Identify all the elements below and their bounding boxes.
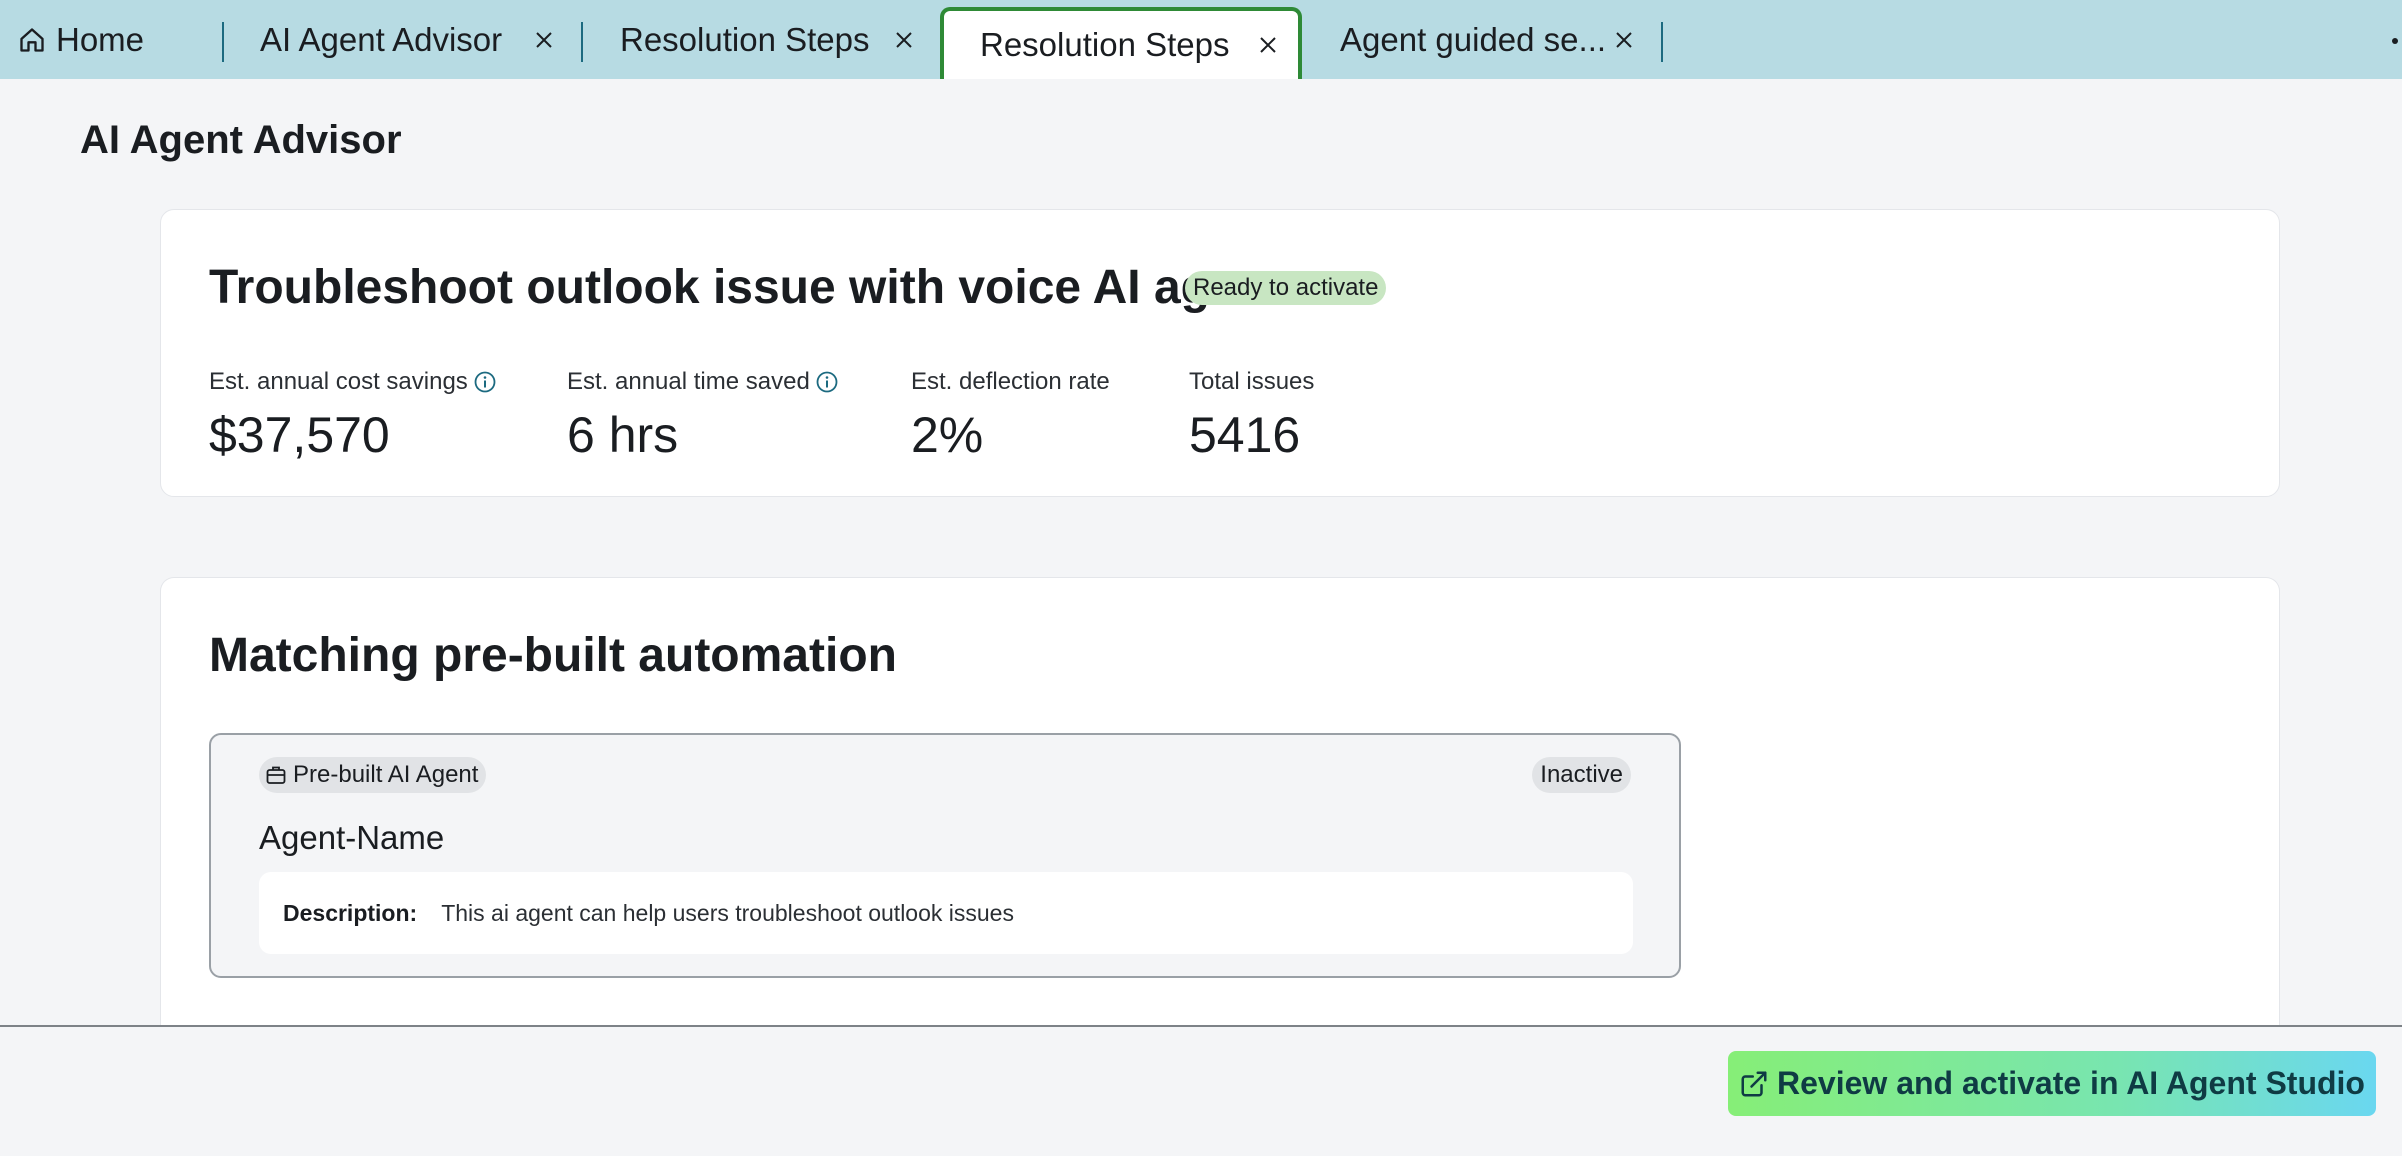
briefcase-icon — [265, 764, 287, 786]
metric-time-saved: Est. annual time saved 6 hrs — [567, 368, 838, 464]
agent-type-label: Pre-built AI Agent — [293, 761, 479, 788]
tab-resolution-steps[interactable]: Resolution Steps — [620, 0, 920, 79]
tab-label: Resolution Steps — [980, 26, 1230, 63]
metric-value: 2% — [911, 407, 984, 463]
metric-label: Est. deflection rate — [911, 368, 1110, 395]
close-icon[interactable] — [890, 26, 918, 54]
description-label: Description: — [283, 899, 418, 926]
info-icon[interactable] — [816, 371, 838, 393]
tab-home[interactable]: Home — [18, 0, 144, 79]
tab-ai-agent-advisor[interactable]: AI Agent Advisor — [260, 0, 560, 79]
home-icon — [18, 26, 46, 54]
agent-description: Description: This ai agent can help user… — [259, 872, 1633, 954]
tab-label: AI Agent Advisor — [260, 20, 503, 58]
status-badge: Ready to activate — [1185, 271, 1387, 305]
close-icon[interactable] — [530, 26, 558, 54]
close-icon[interactable] — [1610, 26, 1638, 54]
metric-value: $37,570 — [209, 407, 390, 463]
tab-bar: Home AI Agent Advisor Resolution Steps R… — [0, 0, 2402, 79]
review-activate-label: Review and activate in AI Agent Studio — [1777, 1065, 2365, 1101]
description-text: This ai agent can help users troubleshoo… — [441, 899, 1014, 926]
tab-home-label: Home — [56, 20, 145, 58]
close-icon[interactable] — [1254, 31, 1282, 59]
metric-total-issues: Total issues 5416 — [1189, 368, 1314, 464]
agent-card[interactable]: Pre-built AI Agent Inactive Agent-Name D… — [209, 733, 1681, 978]
tab-separator — [581, 22, 583, 62]
tab-overflow-icon[interactable] — [2392, 38, 2398, 44]
tab-separator — [222, 22, 224, 62]
agent-name: Agent-Name — [259, 819, 445, 856]
summary-card: Troubleshoot outlook issue with voice AI… — [160, 209, 2280, 497]
automation-card: Matching pre-built automation Pre-built … — [160, 577, 2280, 1027]
metric-value: 6 hrs — [567, 407, 679, 463]
external-link-icon — [1739, 1069, 1769, 1099]
metric-deflection-rate: Est. deflection rate 2% — [911, 368, 1110, 464]
page-title: AI Agent Advisor — [80, 118, 402, 162]
metric-label: Est. annual cost savings — [209, 368, 468, 395]
metric-label: Est. annual time saved — [567, 368, 810, 395]
metric-value: 5416 — [1189, 407, 1301, 463]
info-icon[interactable] — [474, 371, 496, 393]
tab-separator — [1661, 22, 1663, 62]
tab-label: Resolution Steps — [620, 20, 870, 58]
review-activate-button[interactable]: Review and activate in AI Agent Studio — [1728, 1051, 2376, 1116]
tab-agent-guided[interactable]: Agent guided se... — [1340, 0, 1640, 79]
tab-label: Agent guided se... — [1340, 20, 1607, 58]
agent-status-badge: Inactive — [1532, 757, 1631, 793]
use-case-title: Troubleshoot outlook issue with voice AI… — [209, 261, 1282, 314]
metric-label: Total issues — [1189, 368, 1315, 395]
agent-type-badge: Pre-built AI Agent — [259, 757, 487, 793]
section-title: Matching pre-built automation — [209, 629, 897, 682]
metric-cost-savings: Est. annual cost savings $37,570 — [209, 368, 496, 464]
tab-resolution-steps-active[interactable]: Resolution Steps — [940, 7, 1302, 79]
